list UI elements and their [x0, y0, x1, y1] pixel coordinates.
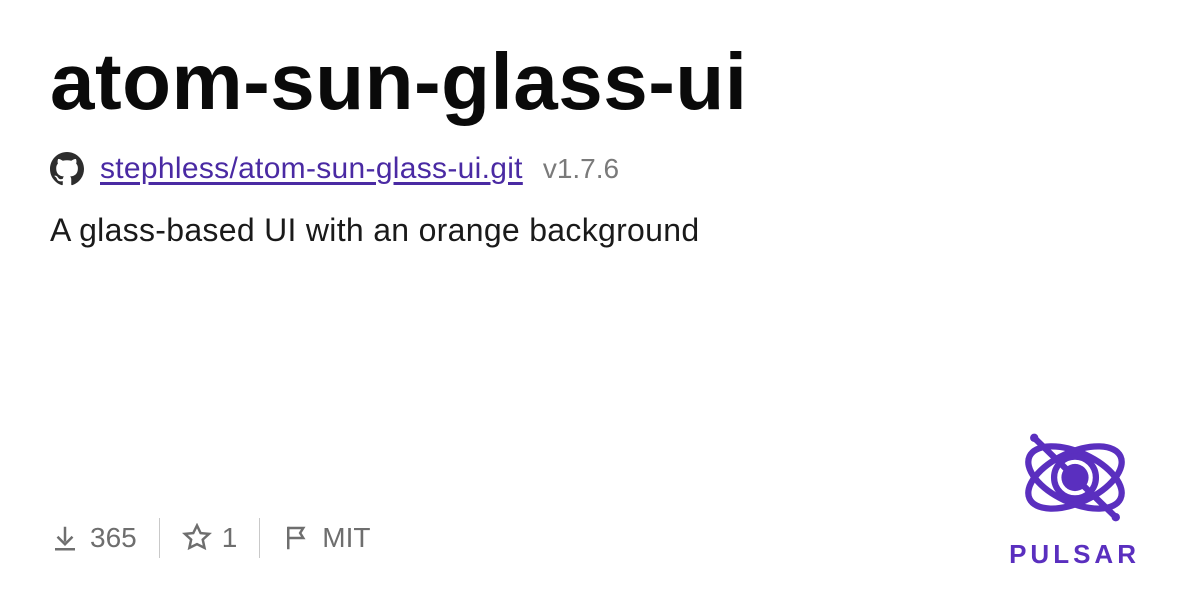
- download-icon: [50, 523, 80, 553]
- license-stat: MIT: [282, 522, 370, 554]
- repo-link[interactable]: stephless/atom-sun-glass-ui.git: [100, 152, 523, 186]
- pulsar-icon: [1010, 420, 1140, 535]
- stars-count: 1: [222, 522, 238, 554]
- downloads-stat: 365: [50, 522, 137, 554]
- repo-row: stephless/atom-sun-glass-ui.git v1.7.6: [50, 152, 1150, 186]
- stars-stat: 1: [182, 522, 238, 554]
- separator: [159, 518, 160, 558]
- brand-name: PULSAR: [1009, 539, 1140, 570]
- star-icon: [182, 523, 212, 553]
- package-title: atom-sun-glass-ui: [50, 40, 1150, 124]
- version-label: v1.7.6: [543, 153, 619, 185]
- package-description: A glass-based UI with an orange backgrou…: [50, 212, 1150, 249]
- downloads-count: 365: [90, 522, 137, 554]
- flag-icon: [282, 523, 312, 553]
- stats-row: 365 1 MIT: [50, 518, 371, 558]
- brand-logo: PULSAR: [1009, 420, 1140, 570]
- package-card: atom-sun-glass-ui stephless/atom-sun-gla…: [0, 0, 1200, 600]
- github-icon: [50, 152, 84, 186]
- license-label: MIT: [322, 522, 370, 554]
- separator: [259, 518, 260, 558]
